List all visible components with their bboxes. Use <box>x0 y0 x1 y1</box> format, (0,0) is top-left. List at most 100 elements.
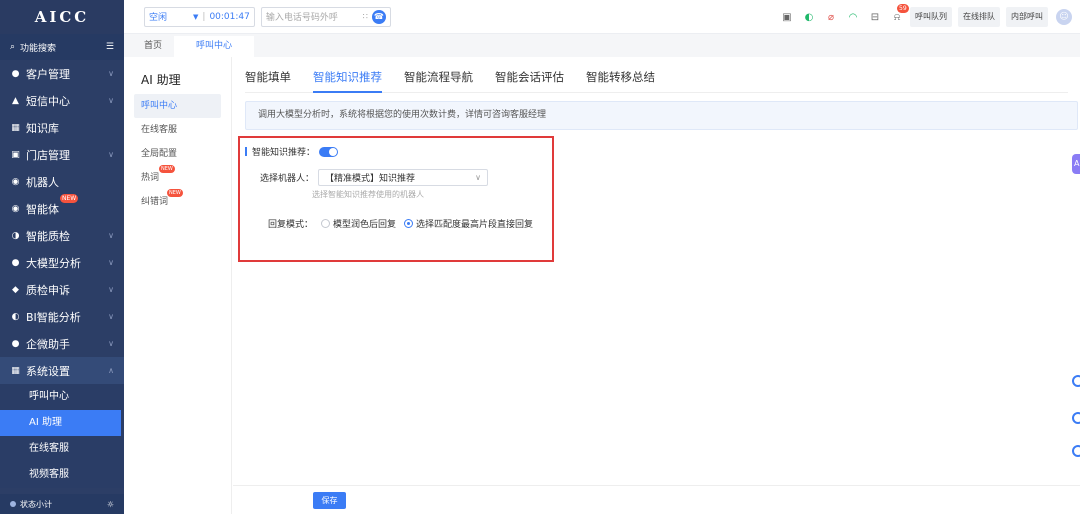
subnav-item-call-center[interactable]: 呼叫中心 <box>134 94 221 118</box>
store-icon: ▣ <box>11 149 20 160</box>
robot-row: 选择机器人： 【精准模式】知识推荐 ∨ <box>260 169 489 186</box>
chevron-down-icon: ∨ <box>108 96 114 105</box>
subnav-item-global-config[interactable]: 全局配置 <box>124 142 231 166</box>
billing-notice: 调用大模型分析时，系统将根据您的使用次数计费，详情可咨询客服经理 <box>245 101 1078 130</box>
tab-smart-evaluation[interactable]: 智能会话评估 <box>495 57 564 93</box>
tab-smart-form[interactable]: 智能填单 <box>245 57 291 93</box>
agent-status-select[interactable]: 空闲 ▼ | 00:01:47 <box>144 6 255 27</box>
collapse-menu-icon[interactable]: ☰ <box>106 42 114 52</box>
chevron-down-icon: ∨ <box>108 258 114 267</box>
call-queue-button[interactable]: 呼叫队列 <box>910 7 952 27</box>
search-icon: ⌕ <box>10 42 16 52</box>
quality-icon: ◑ <box>11 230 20 241</box>
sidebar-item-knowledge[interactable]: ▦ 知识库 <box>0 114 124 141</box>
agent-status: 空闲 <box>149 13 168 23</box>
sidebar-subitem-call-center[interactable]: 呼叫中心 <box>0 384 124 410</box>
chevron-down-icon: ∨ <box>108 150 114 159</box>
call-timer: 00:01:47 <box>209 11 250 22</box>
sun-icon[interactable]: ☼ <box>107 500 114 509</box>
model-icon: ● <box>11 257 20 268</box>
chevron-down-icon: ∨ <box>108 231 114 240</box>
record-icon[interactable]: ▣ <box>780 10 794 24</box>
function-search[interactable]: ⌕ 功能搜索 ☰ <box>0 34 124 60</box>
section-marker <box>245 147 247 156</box>
tab-smart-transfer[interactable]: 智能转移总结 <box>586 57 655 93</box>
sidebar-item-appeal[interactable]: ◆ 质检申诉 ∨ <box>0 276 124 303</box>
float-tool-icon[interactable] <box>1072 375 1080 387</box>
new-badge: NEW <box>167 189 183 197</box>
headset-icon[interactable]: ◐ <box>802 10 816 24</box>
chevron-up-icon: ∧ <box>108 366 114 375</box>
wifi-icon: ◠ <box>848 11 858 23</box>
chart-icon: ◐ <box>11 311 20 322</box>
sidebar-subitem-video-service[interactable]: 视频客服 <box>0 462 124 488</box>
subnav-item-hotwords[interactable]: 热词 NEW <box>124 165 231 190</box>
subnav-item-online-service[interactable]: 在线客服 <box>124 118 231 142</box>
robot-hint: 选择智能知识推荐使用的机器人 <box>312 190 424 199</box>
keypad-icon[interactable]: ∷ <box>363 12 368 21</box>
feature-tabs: 智能填单 智能知识推荐 智能流程导航 智能会话评估 智能转移总结 <box>245 57 1068 93</box>
float-tool-icon[interactable] <box>1072 412 1080 424</box>
caret-down-icon: ▼ <box>193 12 199 21</box>
radio-direct-label[interactable]: 选择匹配度最高片段直接回复 <box>416 217 533 230</box>
reply-mode-row: 回复模式： 模型润色后回复 选择匹配度最高片段直接回复 <box>268 217 533 230</box>
sidebar-item-wechat[interactable]: ● 企微助手 ∨ <box>0 330 124 357</box>
shield-icon: ◆ <box>12 284 19 295</box>
knowledge-recommend-switch[interactable] <box>319 146 339 157</box>
mute-icon[interactable]: ⌀ <box>824 10 838 24</box>
app-logo: AICC <box>0 0 124 34</box>
subnav-item-correction-words[interactable]: 纠错词 NEW <box>124 189 231 214</box>
secondary-nav-title: AI 助理 <box>141 73 181 87</box>
status-summary[interactable]: 状态小计 ☼ <box>0 494 124 514</box>
phone-input[interactable]: 输入电话号码外呼 ∷ ☎ <box>260 6 391 27</box>
tab-smart-flow[interactable]: 智能流程导航 <box>404 57 473 93</box>
ai-float-icon[interactable]: A <box>1072 154 1080 174</box>
robot-icon: ◉ <box>11 176 20 187</box>
tab-call-center[interactable]: 呼叫中心 <box>174 36 255 57</box>
internal-call-button[interactable]: 内部呼叫 <box>1006 7 1048 27</box>
secondary-nav: AI 助理 呼叫中心 在线客服 全局配置 热词 NEW 纠错词 NEW <box>124 57 232 514</box>
function-search-label: 功能搜索 <box>20 43 57 54</box>
sidebar-item-agent[interactable]: ◉ 智能体 NEW <box>0 194 124 222</box>
sidebar: AICC ⌕ 功能搜索 ☰ ● 客户管理 ∨ ▲ 短信中心 ∨ ▦ 知识库 ▣ 门店管理 ∨ … <box>0 0 124 514</box>
radio-direct[interactable] <box>404 219 414 228</box>
robot-select-value: 【精准模式】知识推荐 <box>325 174 416 184</box>
sidebar-item-model-analysis[interactable]: ● 大模型分析 ∨ <box>0 249 124 276</box>
bell-icon[interactable]: ⍾ 59 <box>890 4 909 24</box>
sidebar-subitem-online-service[interactable]: 在线客服 <box>0 436 124 462</box>
main-content: 智能填单 智能知识推荐 智能流程导航 智能会话评估 智能转移总结 调用大模型分析… <box>233 57 1080 514</box>
sidebar-item-bi[interactable]: ◐ BI智能分析 ∨ <box>0 303 124 330</box>
sidebar-item-quality[interactable]: ◑ 智能质检 ∨ <box>0 222 124 249</box>
knowledge-toggle-row: 智能知识推荐： <box>245 145 339 158</box>
settings-icon: ▦ <box>11 365 20 376</box>
message-icon: ▲ <box>12 95 19 106</box>
chevron-down-icon: ∨ <box>108 69 114 78</box>
minimize-icon[interactable]: ⊟ <box>868 10 882 24</box>
radio-polish-label[interactable]: 模型润色后回复 <box>333 217 396 230</box>
page-tabs: 首页 呼叫中心 <box>124 34 1080 57</box>
reply-mode-label: 回复模式： <box>268 220 314 230</box>
top-bar: 空闲 ▼ | 00:01:47 输入电话号码外呼 ∷ ☎ ▣ ◐ ⌀ ◠ ⊟ ⍾… <box>124 0 1080 34</box>
chevron-down-icon: ∨ <box>108 285 114 294</box>
top-toolbar: ▣ ◐ ⌀ ◠ ⊟ ⍾ 59 呼叫队列 在线排队 内部呼叫 ☺ <box>772 4 1072 27</box>
sidebar-item-customer[interactable]: ● 客户管理 ∨ <box>0 60 124 87</box>
sidebar-item-sms[interactable]: ▲ 短信中心 ∨ <box>0 87 124 114</box>
avatar[interactable]: ☺ <box>1056 9 1072 25</box>
tab-smart-knowledge[interactable]: 智能知识推荐 <box>313 57 382 93</box>
new-badge: NEW <box>60 194 79 203</box>
wechat-icon: ● <box>11 338 20 349</box>
sidebar-item-store[interactable]: ▣ 门店管理 ∨ <box>0 141 124 168</box>
toggle-label: 智能知识推荐： <box>252 148 316 158</box>
robot-select[interactable]: 【精准模式】知识推荐 ∨ <box>318 169 489 186</box>
radio-polish[interactable] <box>321 219 331 228</box>
sidebar-subitem-ai-assistant[interactable]: AI 助理 <box>0 410 121 436</box>
sidebar-item-settings[interactable]: ▦ 系统设置 ∧ <box>0 357 124 384</box>
tab-home[interactable]: 首页 <box>132 36 174 57</box>
float-tool-icon[interactable] <box>1072 445 1080 457</box>
phone-placeholder: 输入电话号码外呼 <box>265 13 338 23</box>
grid-icon: ▦ <box>11 122 20 133</box>
call-button[interactable]: ☎ <box>371 9 386 24</box>
online-queue-button[interactable]: 在线排队 <box>958 7 1000 27</box>
save-button[interactable]: 保存 <box>313 492 346 509</box>
sidebar-item-robot[interactable]: ◉ 机器人 <box>0 168 124 195</box>
